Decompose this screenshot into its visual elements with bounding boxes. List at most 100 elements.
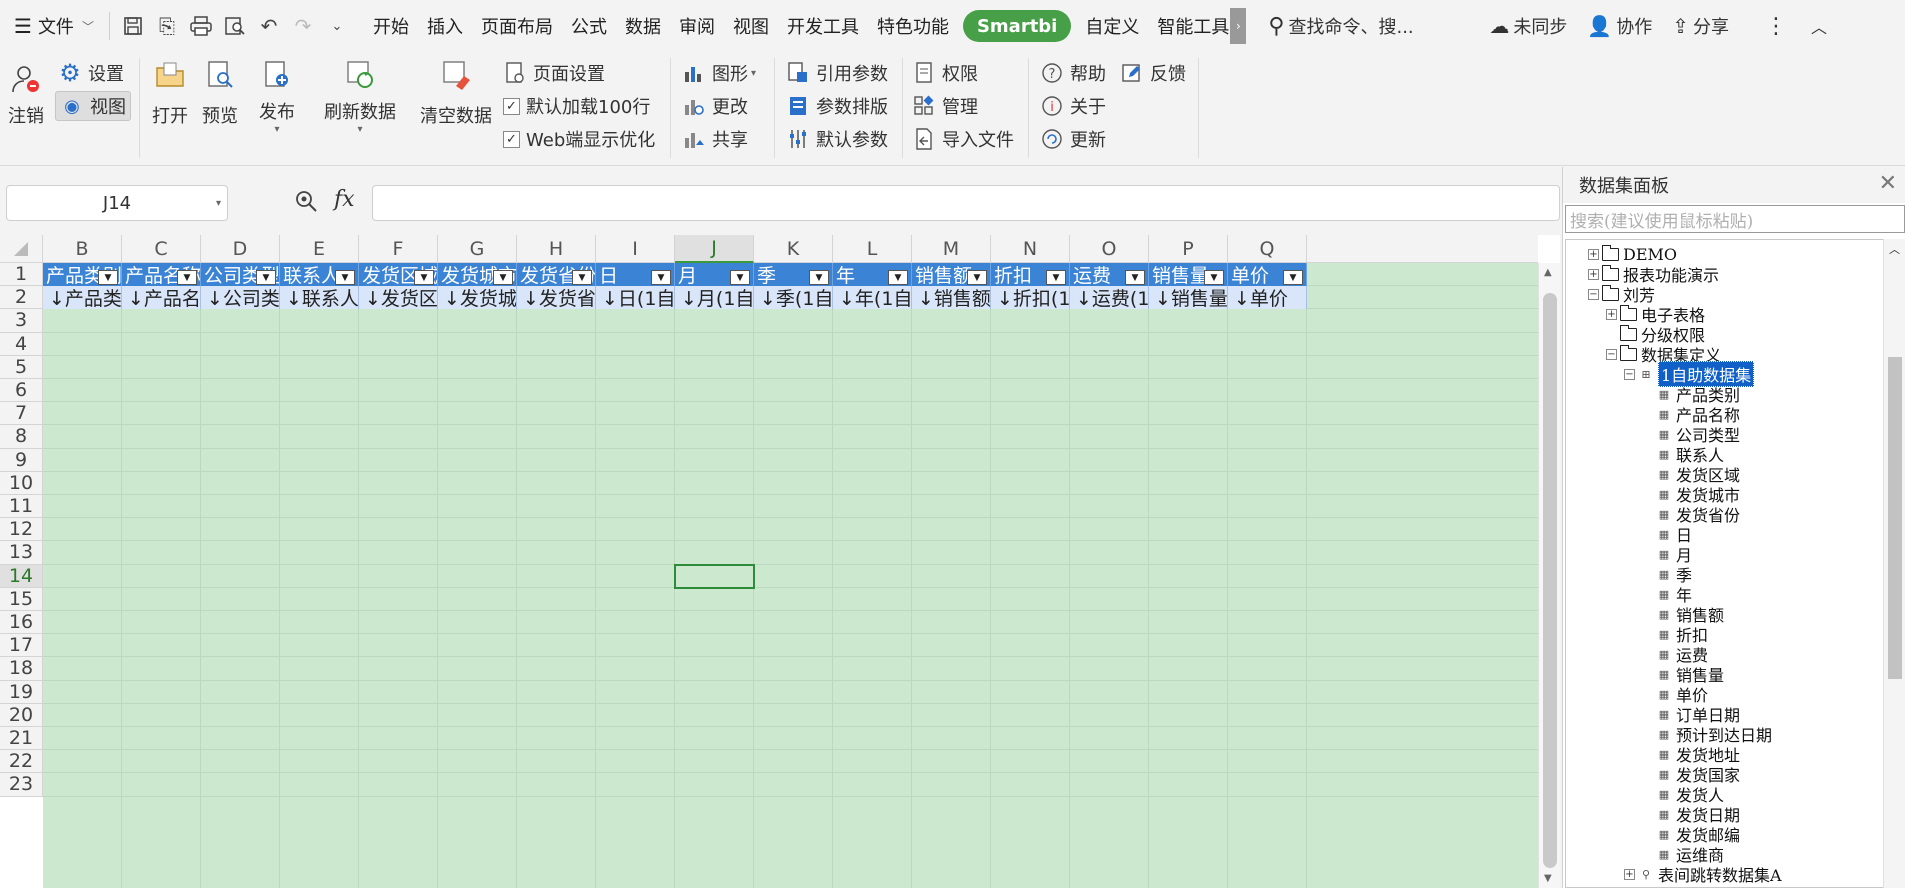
header-cell[interactable]: 单价 ▼ — [1228, 263, 1307, 287]
feedback-button[interactable]: 反馈 — [1120, 58, 1186, 88]
chart-button[interactable]: 图形 ▾ — [682, 58, 756, 88]
tree-node[interactable]: ▦ 预计到达日期 — [1656, 724, 1772, 745]
save-icon[interactable] — [116, 8, 150, 44]
change-chart-button[interactable]: 更改 — [682, 91, 748, 121]
field-binding-cell[interactable]: ↓发货省份 — [517, 286, 596, 310]
file-menu[interactable]: ☰ 文件 ﹀ — [0, 8, 103, 44]
filter-dropdown-icon[interactable]: ▼ — [335, 270, 355, 285]
header-cell[interactable]: 销售量 ▼ — [1149, 263, 1228, 287]
filter-dropdown-icon[interactable]: ▼ — [888, 270, 908, 285]
tree-node[interactable]: ▦ 发货日期 — [1656, 804, 1740, 825]
column-header-p[interactable]: P — [1149, 235, 1228, 263]
scrollbar-thumb[interactable] — [1543, 293, 1557, 868]
tab-formula[interactable]: 公式 — [562, 8, 616, 44]
tree-node[interactable]: ▦ 产品类别 — [1656, 384, 1740, 405]
tree-node[interactable]: ▦ 发货区域 — [1656, 464, 1740, 485]
collaborate-button[interactable]: 👤 协作 — [1587, 13, 1652, 39]
field-binding-cell[interactable]: ↓年(1自助 — [833, 286, 912, 310]
open-button[interactable]: 打开 — [152, 58, 188, 128]
row-header-9[interactable]: 9 — [0, 448, 43, 472]
preview-button[interactable]: 预览 — [202, 58, 238, 128]
tree-node[interactable]: ▦ 年 — [1656, 584, 1692, 605]
field-binding-cell[interactable]: ↓日(1自助 — [596, 286, 675, 310]
tree-node[interactable]: ▦ 发货省份 — [1656, 504, 1740, 525]
field-binding-cell[interactable]: ↓销售量 — [1149, 286, 1228, 310]
header-cell[interactable]: 折扣 ▼ — [991, 263, 1070, 287]
filter-dropdown-icon[interactable]: ▼ — [414, 270, 434, 285]
column-header-k[interactable]: K — [754, 235, 833, 263]
header-cell[interactable]: 运费 ▼ — [1070, 263, 1149, 287]
page-setup-button[interactable]: 页面设置 — [503, 58, 605, 88]
close-icon[interactable]: ✕ — [1879, 171, 1897, 196]
header-cell[interactable]: 季 ▼ — [754, 263, 833, 287]
filter-dropdown-icon[interactable]: ▼ — [177, 270, 197, 285]
active-cell[interactable] — [674, 563, 755, 589]
column-header-e[interactable]: E — [280, 235, 359, 263]
header-cell[interactable]: 发货区域 ▼ — [359, 263, 438, 287]
tree-node[interactable]: ▦ 发货城市 — [1656, 484, 1740, 505]
filter-dropdown-icon[interactable]: ▼ — [1283, 270, 1303, 285]
more-options-icon[interactable]: ⋮ — [1765, 14, 1787, 39]
logout-button[interactable]: 注销 — [8, 62, 44, 128]
filter-dropdown-icon[interactable]: ▼ — [98, 270, 118, 285]
formula-input[interactable] — [372, 185, 1560, 221]
filter-dropdown-icon[interactable]: ▼ — [967, 270, 987, 285]
header-cell[interactable]: 月 ▼ — [675, 263, 754, 287]
tree-node[interactable]: + ⚲ 表间跳转数据集A — [1624, 864, 1782, 885]
scroll-up-icon[interactable]: ︿ — [1889, 241, 1900, 257]
field-binding-cell[interactable]: ↓月(1自助 — [675, 286, 754, 310]
filter-dropdown-icon[interactable]: ▼ — [651, 270, 671, 285]
tree-node[interactable]: + DEMO — [1588, 244, 1677, 264]
row-header-2[interactable]: 2 — [0, 286, 43, 310]
scrollbar-thumb[interactable] — [1888, 357, 1902, 679]
default-parameter-button[interactable]: 默认参数 — [786, 124, 888, 154]
column-header-g[interactable]: G — [438, 235, 517, 263]
print-icon[interactable] — [184, 8, 218, 44]
tree-node[interactable]: ▦ 运维商 — [1656, 844, 1724, 865]
row-header-10[interactable]: 10 — [0, 471, 43, 495]
tree-node[interactable]: ▦ 月 — [1656, 544, 1692, 565]
tab-home[interactable]: 开始 — [364, 8, 418, 44]
tab-smart-tools[interactable]: 智能工具 — [1148, 8, 1230, 44]
zoom-search-icon[interactable] — [294, 189, 318, 219]
field-binding-cell[interactable]: ↓发货城市 — [438, 286, 517, 310]
column-header-n[interactable]: N — [991, 235, 1070, 263]
tree-node[interactable]: ▦ 发货人 — [1656, 784, 1724, 805]
field-binding-cell[interactable]: ↓产品类别 — [43, 286, 122, 310]
header-cell[interactable]: 发货省份 ▼ — [517, 263, 596, 287]
tree-node[interactable]: ▦ 发货国家 — [1656, 764, 1740, 785]
tree-node[interactable]: ▦ 公司类型 — [1656, 424, 1740, 445]
tree-node[interactable]: ▦ 季 — [1656, 564, 1692, 585]
field-binding-cell[interactable]: ↓折扣(1 — [991, 286, 1070, 310]
reference-parameter-button[interactable]: 引用参数 — [786, 58, 888, 88]
row-header-14[interactable]: 14 — [0, 564, 43, 588]
expand-icon[interactable]: + — [1588, 248, 1599, 260]
header-cell[interactable]: 产品类别 ▼ — [43, 263, 122, 287]
customize-toolbar-icon[interactable]: ⌄ — [320, 8, 354, 44]
cell-area[interactable]: 产品类别 ▼ 产品名称 ▼ 公司类型 ▼ 联系人 ▼ 发货区域 ▼ 发货城市 ▼ 发货省份 ▼ 日 ▼ 月 ▼ 季 ▼… — [43, 263, 1538, 888]
scroll-up-icon[interactable]: ▲ — [1544, 267, 1552, 278]
collapse-icon[interactable]: − — [1588, 288, 1599, 300]
share-button[interactable]: ⇪ 分享 — [1672, 13, 1729, 39]
vertical-scrollbar[interactable]: ▲ ▼ — [1538, 263, 1560, 888]
filter-dropdown-icon[interactable]: ▼ — [1046, 270, 1066, 285]
about-button[interactable]: i 关于 — [1040, 91, 1106, 121]
select-all-corner[interactable] — [0, 235, 43, 263]
expand-icon[interactable]: + — [1588, 268, 1599, 280]
row-header-7[interactable]: 7 — [0, 402, 43, 426]
update-button[interactable]: 更新 — [1040, 124, 1106, 154]
row-header-4[interactable]: 4 — [0, 332, 43, 356]
redo-icon[interactable]: ↷ — [286, 8, 320, 44]
tree-node[interactable]: ▦ 日 — [1656, 524, 1692, 545]
header-cell[interactable]: 联系人 ▼ — [280, 263, 359, 287]
tree-node[interactable]: +⚲表间跳转数据集B — [1624, 884, 1782, 887]
column-header-l[interactable]: L — [833, 235, 912, 263]
row-header-16[interactable]: 16 — [0, 611, 43, 635]
refresh-data-button[interactable]: 刷新数据 ▾ — [324, 58, 396, 135]
import-file-button[interactable]: 导入文件 — [912, 124, 1014, 154]
column-header-q[interactable]: Q — [1228, 235, 1307, 263]
column-header-c[interactable]: C — [122, 235, 201, 263]
row-header-5[interactable]: 5 — [0, 355, 43, 379]
row-header-6[interactable]: 6 — [0, 379, 43, 403]
column-header-m[interactable]: M — [912, 235, 991, 263]
